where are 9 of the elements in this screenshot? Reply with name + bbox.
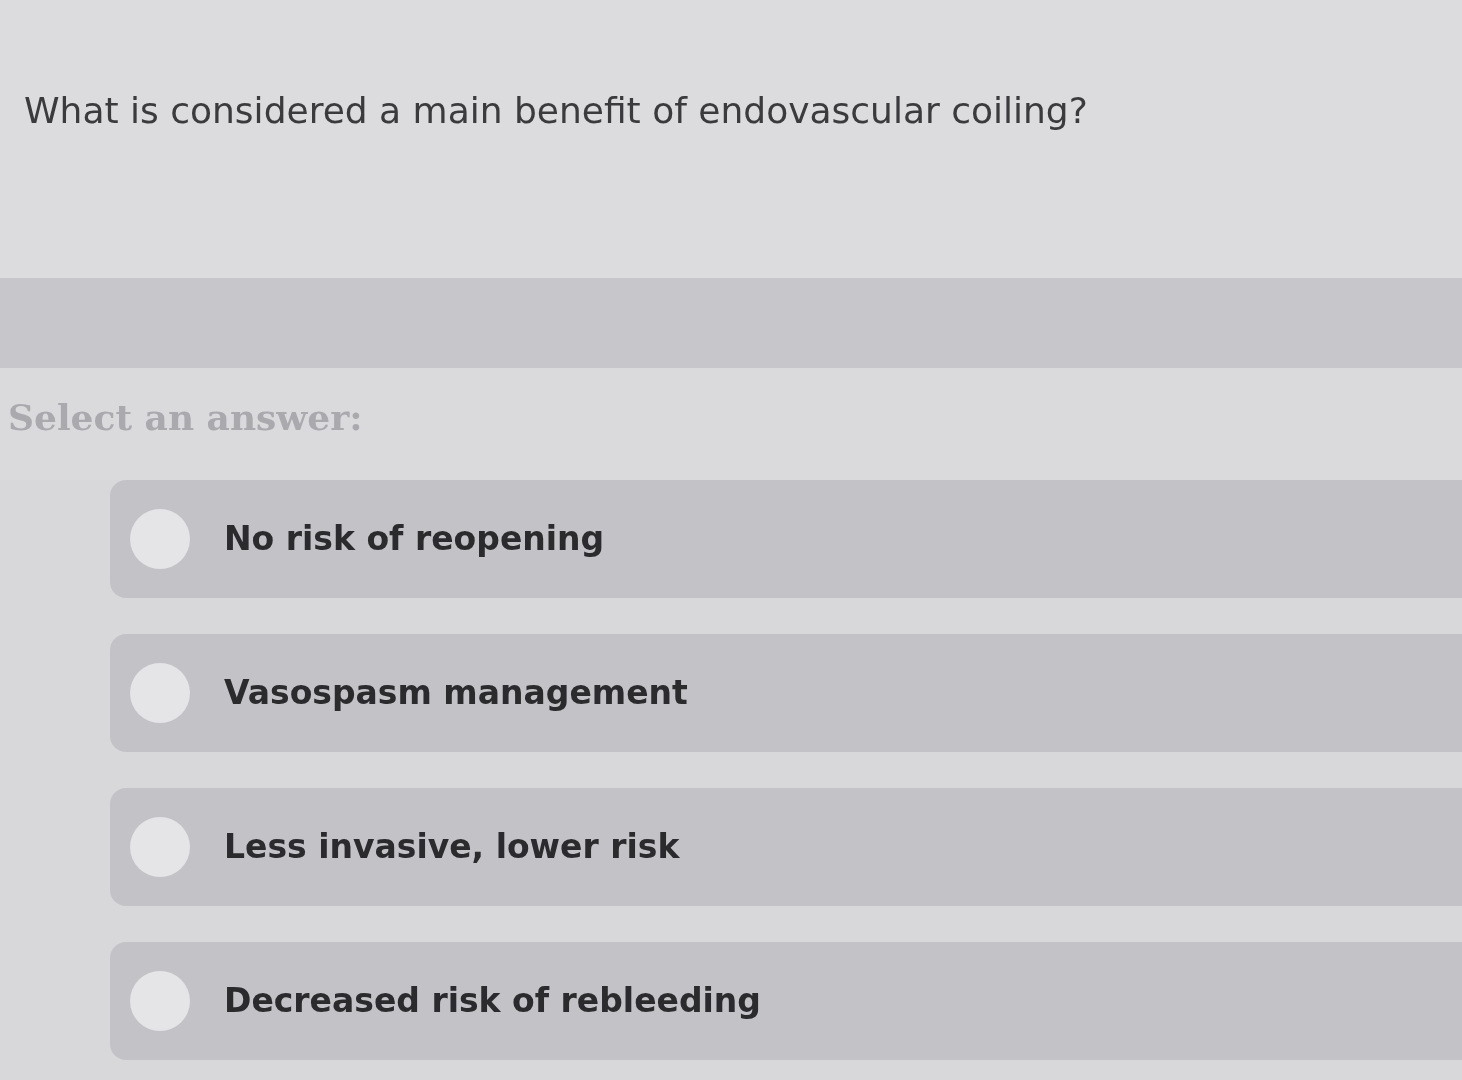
radio-button[interactable] [130, 971, 190, 1031]
answer-option[interactable]: Vasospasm management [110, 634, 1462, 752]
answer-option[interactable]: Decreased risk of rebleeding [110, 942, 1462, 1060]
radio-button[interactable] [130, 509, 190, 569]
radio-button[interactable] [130, 663, 190, 723]
answer-option[interactable]: Less invasive, lower risk [110, 788, 1462, 906]
answer-option[interactable]: No risk of reopening [110, 480, 1462, 598]
radio-button[interactable] [130, 817, 190, 877]
question-text: What is considered a main benefit of endovascular coiling? [24, 89, 1088, 133]
